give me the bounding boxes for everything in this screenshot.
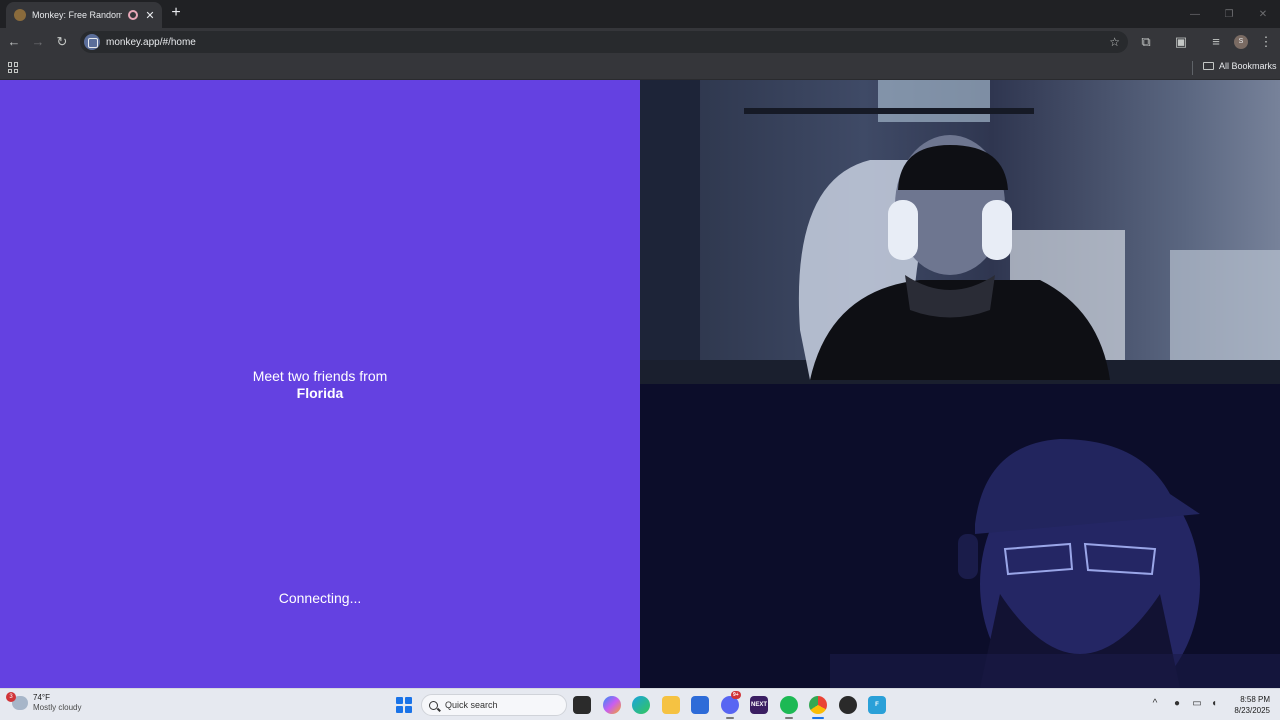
taskbar-app-edge[interactable] bbox=[632, 696, 650, 714]
search-icon bbox=[429, 700, 438, 710]
taskbar-clock[interactable]: 8:58 PM 8/23/2025 bbox=[1234, 694, 1270, 716]
taskbar-app-file-explorer-dark[interactable] bbox=[573, 696, 591, 714]
discord-badge: 9+ bbox=[731, 691, 741, 699]
taskbar-app-chrome[interactable] bbox=[809, 696, 827, 714]
taskbar-app-obs[interactable] bbox=[839, 696, 857, 714]
minimize-icon[interactable]: — bbox=[1178, 0, 1212, 28]
monkey-favicon-icon bbox=[14, 9, 26, 21]
weather-condition: Mostly cloudy bbox=[33, 703, 82, 712]
match-panel: Meet two friends from Florida Connecting… bbox=[0, 80, 640, 688]
address-bar[interactable]: monkey.app/#/home ☆ bbox=[80, 31, 1128, 53]
weather-badge: 3 bbox=[6, 692, 16, 702]
reload-icon[interactable]: ↻ bbox=[54, 34, 70, 50]
taskbar-app-file-explorer[interactable] bbox=[662, 696, 680, 714]
close-tab-icon[interactable]: ✕ bbox=[144, 9, 156, 22]
spotify-running-indicator bbox=[785, 717, 793, 719]
tab-title: Monkey: Free Random Video Chat bbox=[32, 10, 122, 20]
restore-icon[interactable]: ❐ bbox=[1212, 0, 1246, 28]
apps-grid-icon[interactable] bbox=[8, 62, 19, 73]
new-tab-button[interactable]: + bbox=[168, 5, 184, 21]
site-info-icon[interactable] bbox=[84, 34, 100, 50]
taskbar-app-f[interactable]: F bbox=[868, 696, 886, 714]
weather-widget[interactable]: 3 74°F Mostly cloudy bbox=[6, 692, 82, 713]
profile-avatar[interactable]: S bbox=[1234, 35, 1248, 49]
all-bookmarks-button[interactable]: All Bookmarks bbox=[1203, 61, 1277, 71]
media-controls-icon[interactable]: ≡ bbox=[1208, 34, 1224, 50]
meet-message: Meet two friends from Florida bbox=[0, 368, 640, 402]
clock-date: 8/23/2025 bbox=[1234, 706, 1270, 715]
all-bookmarks-label: All Bookmarks bbox=[1219, 61, 1277, 71]
bookmarks-bar: All Bookmarks bbox=[0, 56, 1280, 80]
start-button[interactable] bbox=[396, 697, 412, 713]
forward-icon[interactable]: → bbox=[30, 34, 46, 50]
local-video-feed bbox=[640, 384, 1280, 688]
network-icon[interactable]: ▭ bbox=[1191, 698, 1203, 710]
windows-taskbar: 3 74°F Mostly cloudy Quick search 9+ NEX… bbox=[0, 688, 1280, 720]
weather-temp: 74°F bbox=[33, 693, 50, 702]
url-text[interactable]: monkey.app/#/home bbox=[106, 37, 1109, 48]
volume-icon[interactable]: ◖ bbox=[1208, 698, 1220, 710]
back-icon[interactable]: ← bbox=[6, 34, 22, 50]
taskbar-app-next[interactable]: NEXT bbox=[750, 696, 768, 714]
cloud-icon: 3 bbox=[6, 692, 28, 710]
search-placeholder: Quick search bbox=[445, 700, 498, 710]
taskbar-app-discord[interactable]: 9+ bbox=[721, 691, 741, 714]
browser-toolbar: ← → ↻ monkey.app/#/home ☆ ⧉ ▣ ≡ S ⋮ bbox=[0, 28, 1280, 56]
tab-search-icon[interactable]: ▣ bbox=[1173, 34, 1189, 50]
taskbar-app-copilot[interactable] bbox=[603, 696, 621, 714]
recording-icon bbox=[128, 10, 138, 20]
bookmark-star-icon[interactable]: ☆ bbox=[1109, 35, 1120, 49]
connecting-status: Connecting... bbox=[278, 590, 362, 606]
meet-prefix: Meet two friends from bbox=[252, 368, 388, 384]
microphone-icon[interactable]: ● bbox=[1171, 698, 1183, 710]
more-menu-icon[interactable]: ⋮ bbox=[1258, 34, 1274, 50]
window-controls: — ❐ ✕ bbox=[1178, 0, 1280, 28]
clock-time: 8:58 PM bbox=[1240, 695, 1270, 704]
remote-video-scene bbox=[640, 80, 1280, 384]
discord-running-indicator bbox=[726, 717, 734, 719]
tray-overflow-chevron-icon[interactable]: ^ bbox=[1149, 698, 1161, 710]
local-video-scene bbox=[830, 439, 1280, 688]
bookmarks-divider bbox=[1192, 61, 1193, 75]
page-content: Meet two friends from Florida Connecting… bbox=[0, 80, 1280, 688]
meet-location: Florida bbox=[296, 385, 344, 401]
taskbar-app-spotify[interactable] bbox=[780, 696, 798, 714]
tab-monkey[interactable]: Monkey: Free Random Video Chat ✕ bbox=[6, 2, 162, 28]
folder-icon bbox=[1203, 62, 1214, 70]
taskbar-app-microsoft-store[interactable] bbox=[691, 696, 709, 714]
chrome-active-indicator bbox=[812, 717, 824, 719]
extensions-icon[interactable]: ⧉ bbox=[1138, 34, 1154, 50]
close-window-icon[interactable]: ✕ bbox=[1246, 0, 1280, 28]
remote-video-feed bbox=[640, 80, 1280, 384]
taskbar-search[interactable]: Quick search bbox=[421, 694, 567, 716]
browser-tab-strip: Monkey: Free Random Video Chat ✕ + — ❐ ✕ bbox=[0, 0, 1280, 28]
